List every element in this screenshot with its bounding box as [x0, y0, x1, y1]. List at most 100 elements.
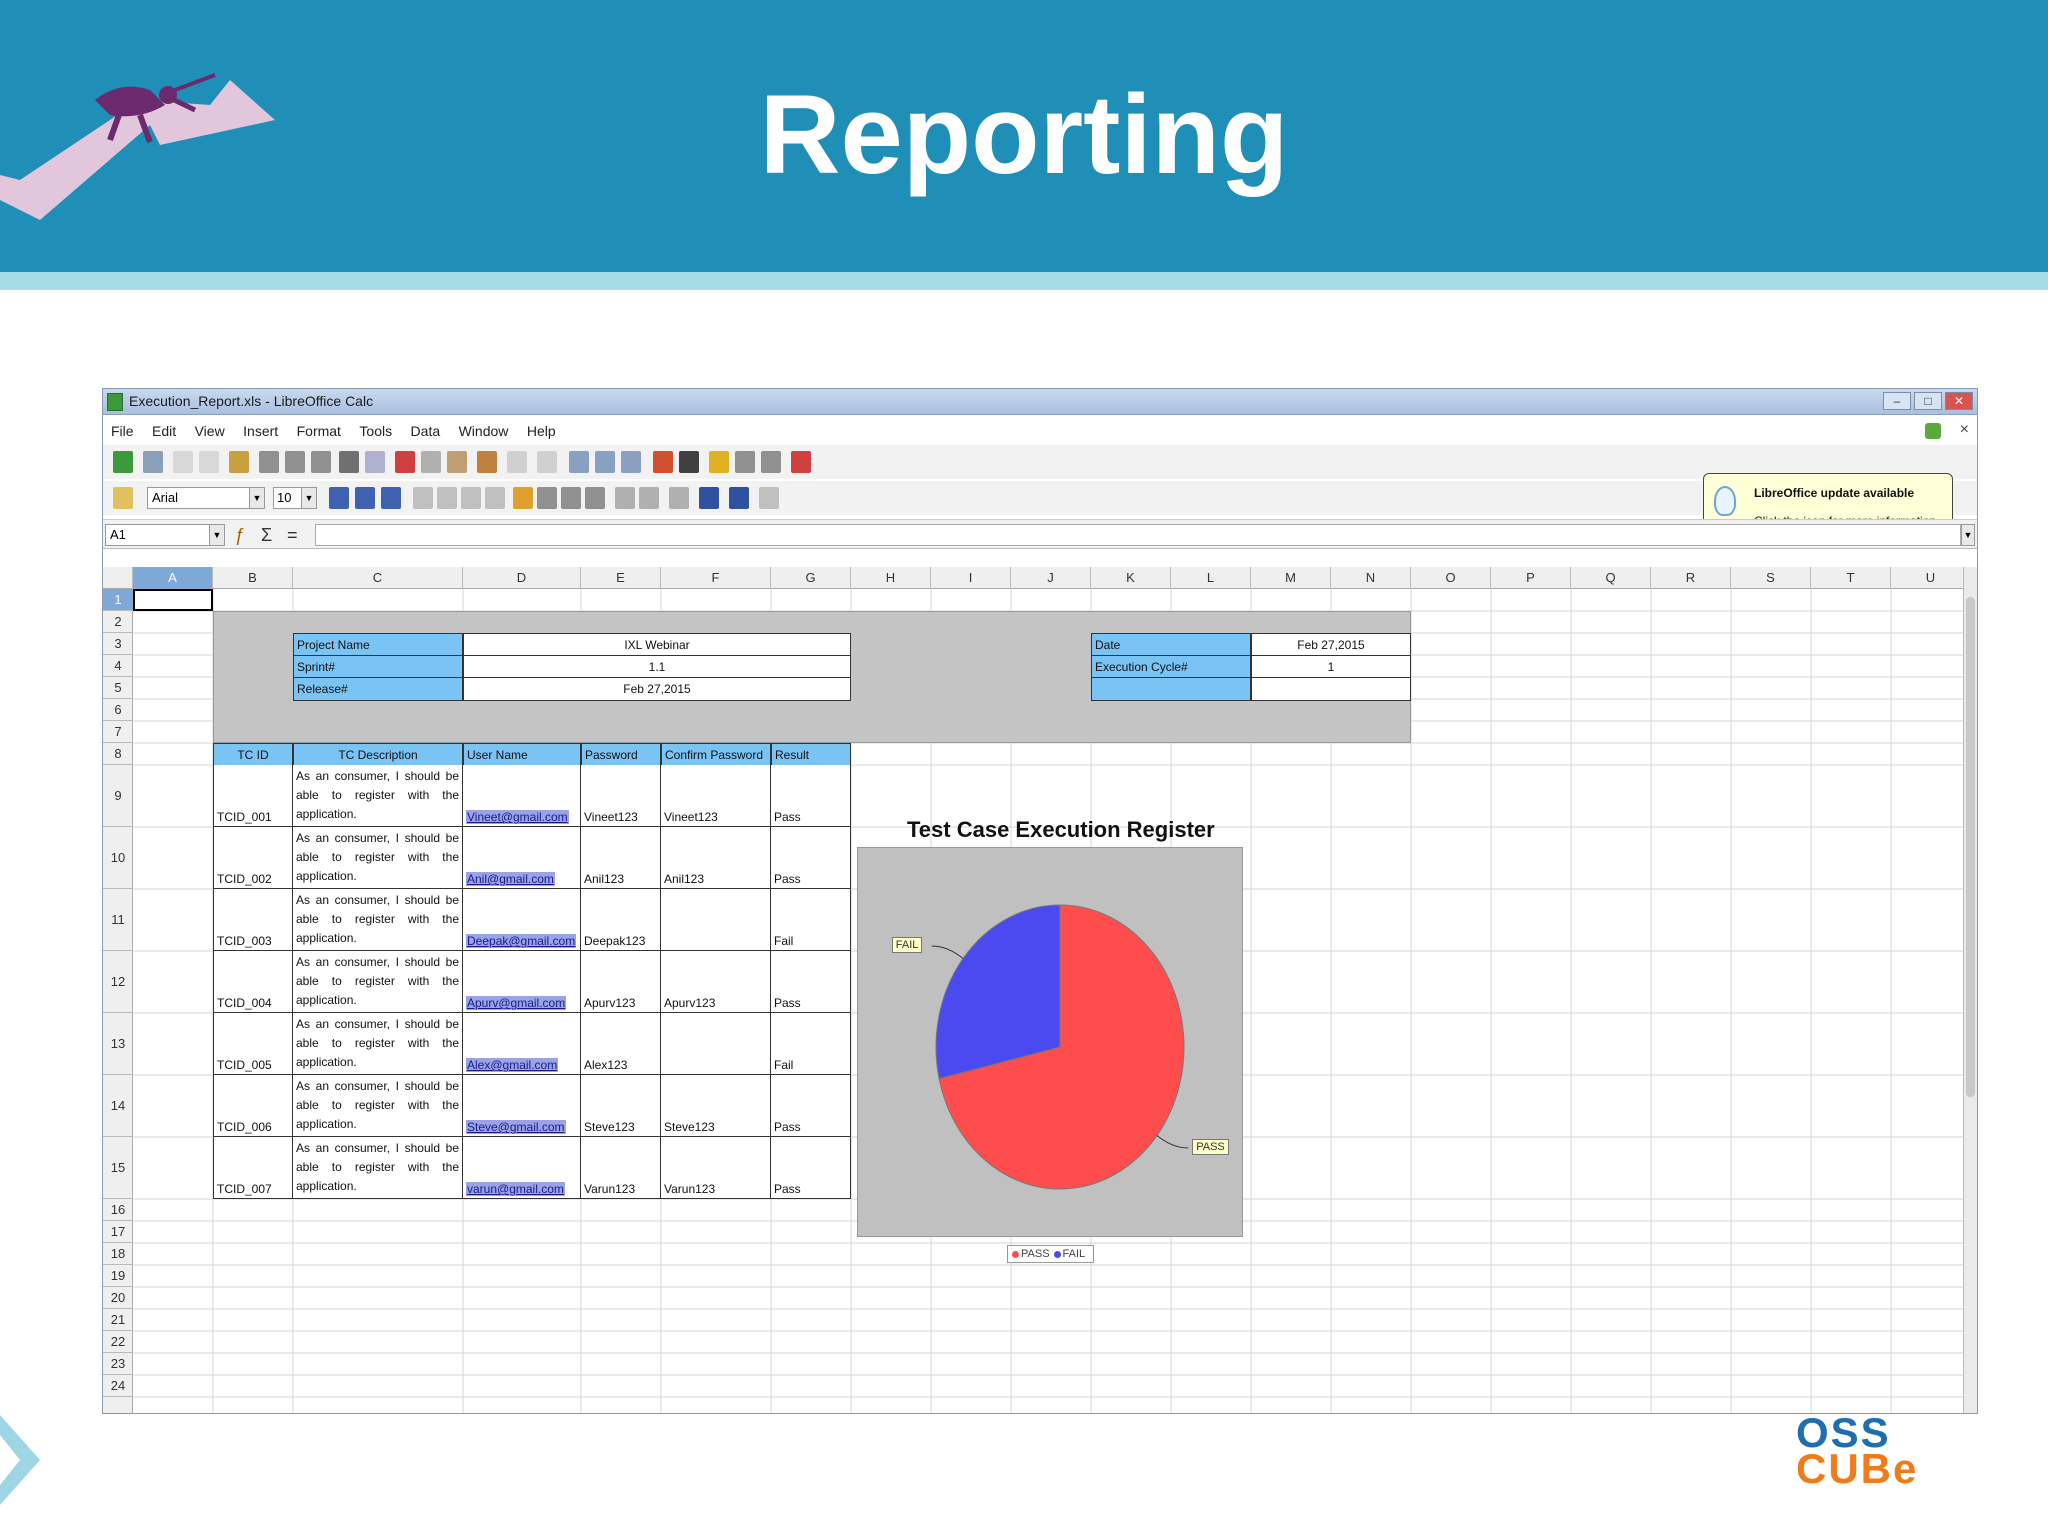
user-email-link[interactable]: Apurv@gmail.com — [466, 996, 567, 1010]
tc-id-cell[interactable]: TCID_007 — [213, 1137, 293, 1199]
copy-icon[interactable] — [421, 451, 441, 473]
redo-icon[interactable] — [537, 451, 557, 473]
add-decimal-icon[interactable] — [561, 487, 581, 509]
result-cell[interactable]: Pass — [771, 1075, 851, 1137]
close-document-button[interactable]: × — [1960, 421, 1969, 439]
column-header[interactable]: C — [293, 567, 463, 589]
hyperlink-icon[interactable] — [569, 451, 589, 473]
vertical-scrollbar[interactable] — [1963, 567, 1977, 1413]
function-wizard-icon[interactable]: ƒ — [235, 524, 245, 546]
column-header[interactable]: N — [1331, 567, 1411, 589]
row-header[interactable]: 24 — [103, 1375, 133, 1397]
equals-icon[interactable]: = — [287, 524, 298, 546]
column-header[interactable]: Q — [1571, 567, 1651, 589]
row-header[interactable]: 19 — [103, 1265, 133, 1287]
info-value[interactable]: 1.1 — [463, 655, 851, 679]
menu-data[interactable]: Data — [411, 419, 441, 443]
column-header[interactable]: J — [1011, 567, 1091, 589]
column-header[interactable]: S — [1731, 567, 1811, 589]
clone-formatting-icon[interactable] — [477, 451, 497, 473]
row-header[interactable]: 11 — [103, 889, 133, 951]
confirm-cell[interactable]: Steve123 — [661, 1075, 771, 1137]
pass-cell[interactable]: Apurv123 — [581, 951, 661, 1013]
user-name-cell[interactable]: Steve@gmail.com — [463, 1075, 581, 1137]
styles-icon[interactable] — [113, 487, 133, 509]
result-cell[interactable]: Pass — [771, 827, 851, 889]
row-header[interactable]: 13 — [103, 1013, 133, 1075]
column-header[interactable]: P — [1491, 567, 1571, 589]
info-value[interactable]: Feb 27,2015 — [463, 677, 851, 701]
row-header[interactable]: 21 — [103, 1309, 133, 1331]
row-header[interactable]: 12 — [103, 951, 133, 1013]
column-header[interactable]: L — [1171, 567, 1251, 589]
pass-cell[interactable]: Vineet123 — [581, 765, 661, 827]
user-name-cell[interactable]: Apurv@gmail.com — [463, 951, 581, 1013]
confirm-cell[interactable] — [661, 1013, 771, 1075]
user-email-link[interactable]: varun@gmail.com — [466, 1182, 565, 1196]
info-value[interactable]: Feb 27,2015 — [1251, 633, 1411, 657]
sum-icon[interactable]: Σ — [261, 524, 272, 546]
formula-input[interactable] — [315, 524, 1961, 546]
menu-file[interactable]: File — [111, 419, 134, 443]
row-header[interactable]: 5 — [103, 677, 133, 699]
name-box-dropdown-icon[interactable]: ▼ — [209, 524, 225, 546]
column-header[interactable]: G — [771, 567, 851, 589]
row-header[interactable]: 4 — [103, 655, 133, 677]
align-right-icon[interactable] — [461, 487, 481, 509]
edit-file-icon[interactable] — [229, 451, 249, 473]
row-header[interactable]: 7 — [103, 721, 133, 743]
tc-id-cell[interactable]: TCID_001 — [213, 765, 293, 827]
row-header[interactable]: 18 — [103, 1243, 133, 1265]
borders-icon[interactable] — [669, 487, 689, 509]
row-header[interactable]: 6 — [103, 699, 133, 721]
row-header[interactable]: 20 — [103, 1287, 133, 1309]
open-icon[interactable] — [143, 451, 163, 473]
currency-icon[interactable] — [513, 487, 533, 509]
menu-view[interactable]: View — [195, 419, 225, 443]
autospellcheck-icon[interactable] — [365, 451, 385, 473]
user-name-cell[interactable]: varun@gmail.com — [463, 1137, 581, 1199]
percent-icon[interactable] — [537, 487, 557, 509]
user-email-link[interactable]: Deepak@gmail.com — [466, 934, 577, 948]
result-cell[interactable]: Pass — [771, 951, 851, 1013]
help-icon[interactable] — [791, 451, 811, 473]
tc-id-cell[interactable]: TCID_002 — [213, 827, 293, 889]
tc-description-cell[interactable]: As an consumer, I should be able to regi… — [293, 1013, 463, 1075]
result-cell[interactable]: Fail — [771, 1013, 851, 1075]
column-header[interactable]: F — [661, 567, 771, 589]
email-icon[interactable] — [199, 451, 219, 473]
user-name-cell[interactable]: Deepak@gmail.com — [463, 889, 581, 951]
font-color-icon[interactable] — [729, 487, 749, 509]
justify-icon[interactable] — [485, 487, 505, 509]
row-header[interactable]: 14 — [103, 1075, 133, 1137]
menu-tools[interactable]: Tools — [359, 419, 392, 443]
pass-cell[interactable]: Alex123 — [581, 1013, 661, 1075]
confirm-cell[interactable]: Apurv123 — [661, 951, 771, 1013]
row-header[interactable]: 10 — [103, 827, 133, 889]
decrease-indent-icon[interactable] — [615, 487, 635, 509]
column-header[interactable]: M — [1251, 567, 1331, 589]
user-email-link[interactable]: Alex@gmail.com — [466, 1058, 559, 1072]
menu-window[interactable]: Window — [459, 419, 509, 443]
user-name-cell[interactable]: Anil@gmail.com — [463, 827, 581, 889]
column-header[interactable]: T — [1811, 567, 1891, 589]
column-header[interactable]: K — [1091, 567, 1171, 589]
tc-id-cell[interactable]: TCID_004 — [213, 951, 293, 1013]
print-preview-icon[interactable] — [311, 451, 331, 473]
row-header[interactable]: 22 — [103, 1331, 133, 1353]
align-left-icon[interactable] — [413, 487, 433, 509]
column-header[interactable]: O — [1411, 567, 1491, 589]
save-icon[interactable] — [173, 451, 193, 473]
bold-icon[interactable] — [329, 487, 349, 509]
close-window-button[interactable]: ✕ — [1945, 392, 1973, 410]
increase-indent-icon[interactable] — [639, 487, 659, 509]
print-icon[interactable] — [285, 451, 305, 473]
pass-cell[interactable]: Deepak123 — [581, 889, 661, 951]
user-email-link[interactable]: Steve@gmail.com — [466, 1120, 566, 1134]
menu-insert[interactable]: Insert — [243, 419, 278, 443]
tc-description-cell[interactable]: As an consumer, I should be able to regi… — [293, 1075, 463, 1137]
row-header[interactable]: 1 — [103, 589, 133, 611]
spellcheck-icon[interactable] — [339, 451, 359, 473]
confirm-cell[interactable]: Anil123 — [661, 827, 771, 889]
scroll-thumb[interactable] — [1966, 597, 1975, 1097]
